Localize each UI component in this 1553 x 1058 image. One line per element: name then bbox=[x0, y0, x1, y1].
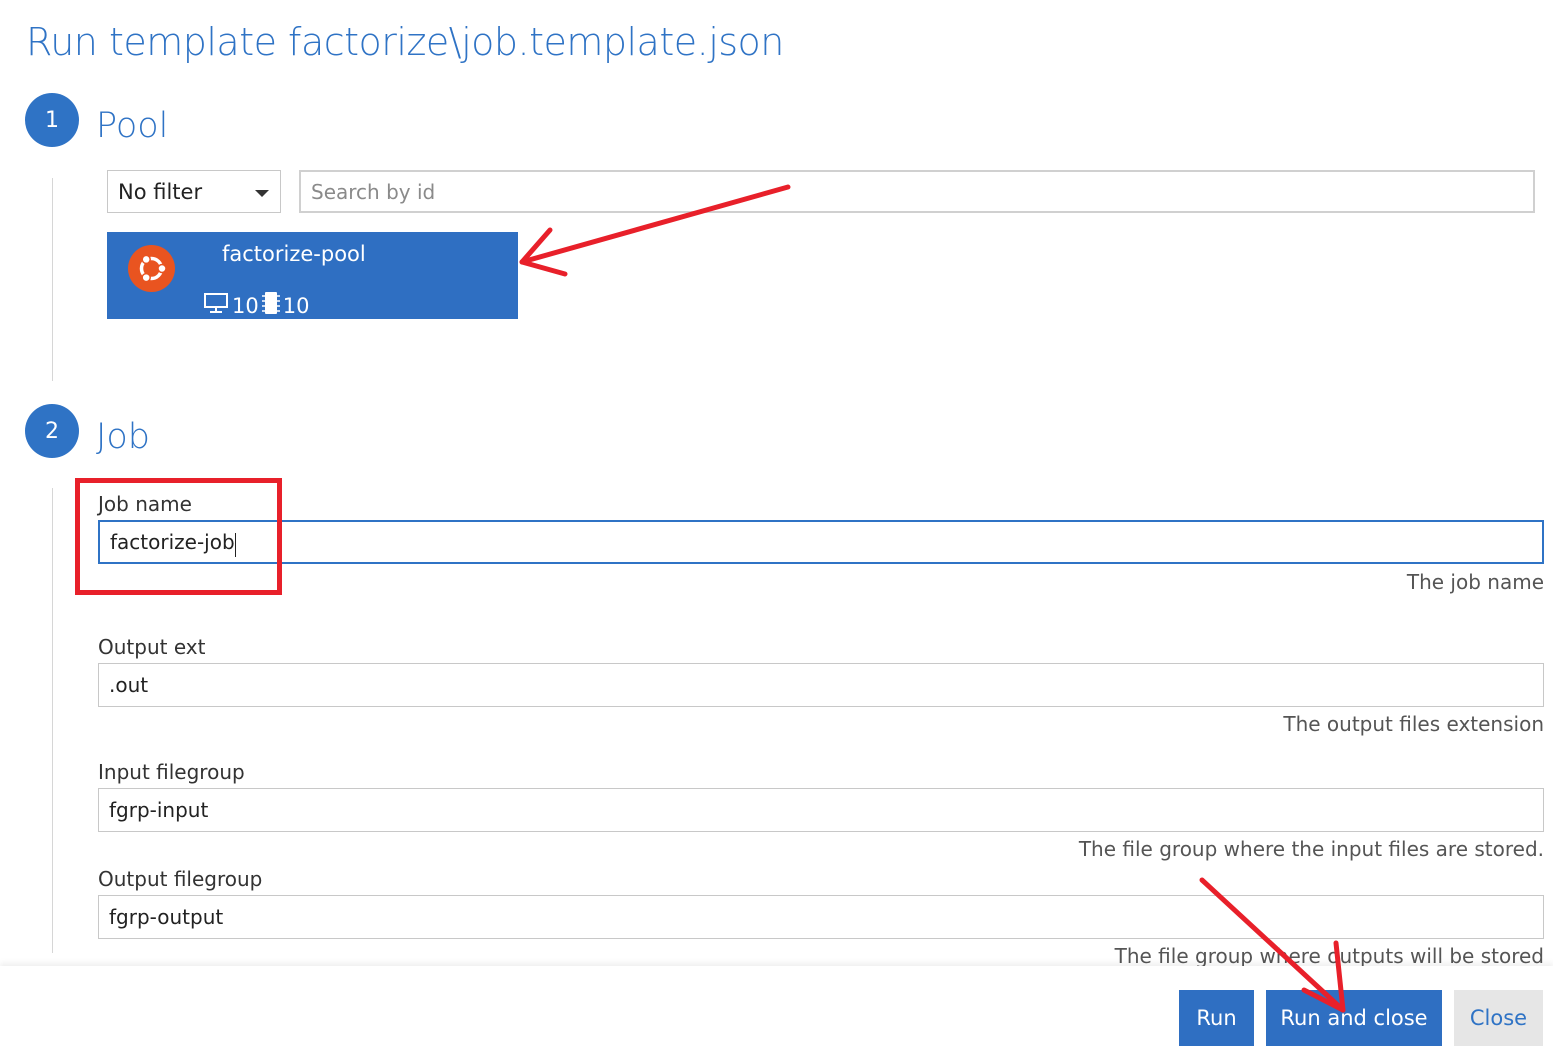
step-2-title: Job bbox=[96, 417, 150, 457]
pool-tile-factorize-pool[interactable]: factorize-pool 10 10 bbox=[107, 232, 518, 319]
chip-icon bbox=[261, 291, 280, 320]
step-1-number: 1 bbox=[25, 93, 79, 147]
input-filegroup-label: Input filegroup bbox=[98, 760, 245, 784]
output-filegroup-label: Output filegroup bbox=[98, 867, 263, 891]
job-name-help: The job name bbox=[1406, 570, 1544, 594]
step-2-number: 2 bbox=[25, 404, 79, 458]
low-priority-node-count: 10 bbox=[282, 293, 310, 318]
job-name-label: Job name bbox=[98, 492, 192, 516]
close-button[interactable]: Close bbox=[1454, 990, 1543, 1046]
run-and-close-button[interactable]: Run and close bbox=[1266, 990, 1442, 1046]
chevron-down-icon bbox=[255, 190, 269, 197]
pool-filter-value: No filter bbox=[118, 179, 203, 204]
pool-node-counts: 10 10 bbox=[203, 291, 309, 320]
dialog-title: Run template factorize\job.template.json bbox=[26, 20, 784, 64]
input-filegroup-input[interactable] bbox=[98, 788, 1544, 832]
pool-search-input[interactable] bbox=[299, 170, 1535, 213]
output-filegroup-help: The file group where outputs will be sto… bbox=[1114, 944, 1544, 968]
step-1-title: Pool bbox=[96, 106, 169, 146]
step-1-connector bbox=[52, 178, 53, 381]
output-ext-label: Output ext bbox=[98, 635, 206, 659]
input-filegroup-help: The file group where the input files are… bbox=[1078, 837, 1544, 861]
dedicated-node-count: 10 bbox=[232, 293, 259, 318]
output-filegroup-input[interactable] bbox=[98, 895, 1544, 939]
run-button[interactable]: Run bbox=[1179, 990, 1254, 1046]
text-cursor bbox=[235, 533, 236, 557]
pool-filter-select[interactable]: No filter bbox=[107, 170, 281, 213]
output-ext-help: The output files extension bbox=[1283, 712, 1544, 736]
output-ext-input[interactable] bbox=[98, 663, 1544, 707]
ubuntu-icon bbox=[128, 245, 175, 292]
pool-name: factorize-pool bbox=[222, 242, 366, 266]
step-2-connector bbox=[52, 488, 53, 953]
job-name-input[interactable] bbox=[98, 520, 1544, 564]
monitor-icon bbox=[203, 292, 229, 319]
